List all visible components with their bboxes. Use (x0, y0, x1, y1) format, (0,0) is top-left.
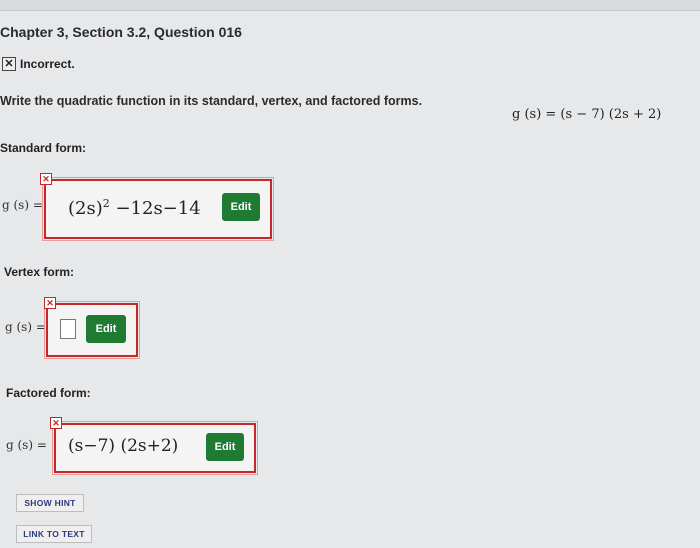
vertex-lhs: g (s) = (5, 320, 46, 334)
factored-answer: (s−7) (2s+2) (68, 436, 179, 456)
given-function: g (s) = (s − 7) (2s + 2) (512, 107, 662, 122)
factored-answer-box[interactable]: ✕ (s−7) (2s+2) Edit (50, 417, 258, 475)
question-prompt: Write the quadratic function in its stan… (0, 94, 423, 108)
status-row: ✕ Incorrect. (2, 57, 75, 71)
incorrect-mark-icon: ✕ (50, 417, 62, 429)
vertex-edit-button[interactable]: Edit (86, 315, 126, 343)
empty-input-slot[interactable] (60, 319, 76, 339)
browser-top-strip (0, 0, 700, 11)
factored-form-label: Factored form: (6, 386, 91, 400)
show-hint-button[interactable]: SHOW HINT (16, 494, 84, 512)
x-box-icon: ✕ (2, 57, 16, 71)
status-text: Incorrect. (20, 57, 75, 71)
standard-form-label: Standard form: (0, 141, 87, 155)
incorrect-mark-icon: ✕ (40, 173, 52, 185)
factored-lhs: g (s) = (6, 438, 47, 452)
vertex-answer-box[interactable]: ✕ Edit (44, 297, 140, 359)
link-to-text-button[interactable]: LINK TO TEXT (16, 525, 92, 543)
incorrect-mark-icon: ✕ (44, 297, 56, 309)
standard-lhs: g (s) = (2, 198, 43, 212)
vertex-form-label: Vertex form: (4, 265, 75, 279)
standard-answer: (2s)2 −12s−14 (68, 197, 201, 219)
question-title: Chapter 3, Section 3.2, Question 016 (0, 24, 242, 40)
factored-edit-button[interactable]: Edit (206, 433, 244, 461)
standard-edit-button[interactable]: Edit (222, 193, 260, 221)
standard-answer-box[interactable]: ✕ (2s)2 −12s−14 Edit (40, 173, 274, 241)
